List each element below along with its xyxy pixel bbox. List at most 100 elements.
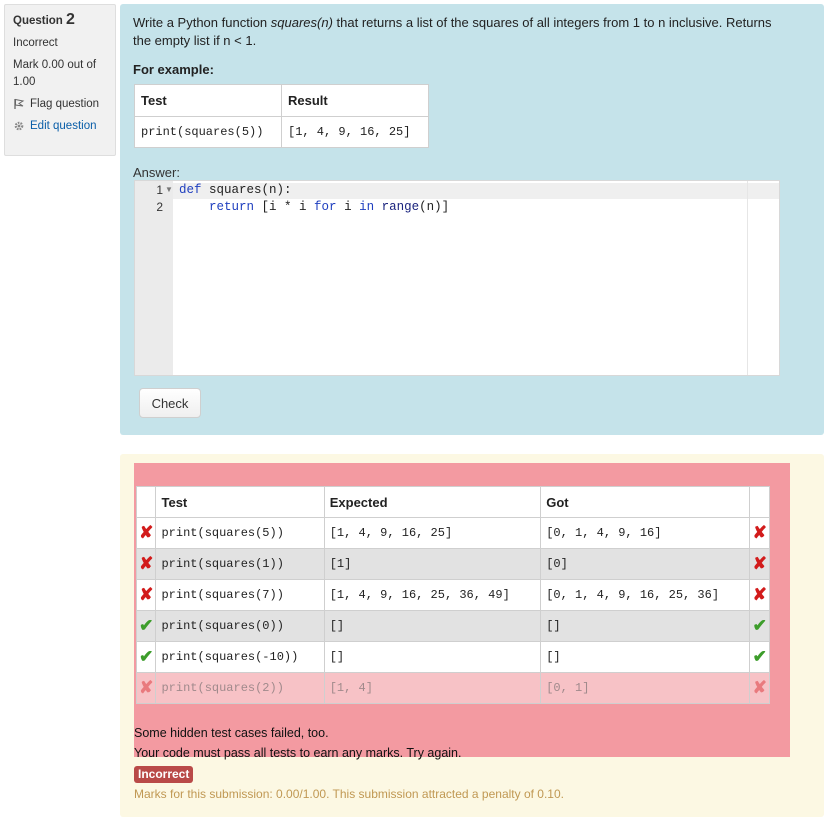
hidden-failed-text: Some hidden test cases failed, too. (134, 726, 329, 740)
hidden-tests-message: Some hidden test cases failed, too. Your… (134, 723, 461, 763)
test-cell: print(squares(-10)) (155, 641, 325, 673)
row-status-cross-icon: ✘ (135, 672, 157, 704)
got-cell: [0, 1, 4, 9, 16] (540, 517, 751, 549)
code-text: squares(n): (201, 183, 292, 197)
line-number: 1 (156, 183, 163, 197)
table-row: ✘ print(squares(2)) [1, 4] [0, 1] ✘ (135, 672, 770, 704)
code-line-1[interactable]: def squares(n): (179, 183, 292, 197)
check-icon: ✔ (752, 616, 767, 635)
question-label: Question (13, 15, 63, 27)
expected-cell: [] (323, 641, 542, 673)
row-result-cross-icon: ✘ (749, 517, 770, 549)
code-text: i (336, 200, 360, 214)
code-text: (n)] (419, 200, 450, 214)
question-status: Incorrect (13, 37, 58, 49)
editor-print-margin (747, 181, 748, 375)
cross-icon: ✘ (139, 678, 154, 697)
example-result-cell: [1, 4, 9, 16, 25] (281, 116, 429, 148)
got-cell: [0, 1, 4, 9, 16, 25, 36] (540, 579, 751, 611)
check-button[interactable]: Check (139, 388, 201, 418)
got-cell: [] (540, 641, 751, 673)
check-icon: ✔ (752, 647, 767, 666)
question-number: Question 2 (13, 11, 115, 29)
function-name: squares(n) (270, 15, 333, 30)
table-row: ✔ print(squares(-10))[][] ✔ (135, 641, 770, 673)
row-result-check-icon: ✔ (749, 610, 770, 642)
test-cell: print(squares(2)) (155, 672, 325, 704)
test-cell: print(squares(7)) (155, 579, 325, 611)
status-badge: Incorrect (134, 766, 194, 783)
expected-cell: [] (323, 610, 542, 642)
got-cell: [] (540, 610, 751, 642)
edit-question-label: Edit question (30, 120, 97, 132)
expected-cell: [1, 4] (323, 672, 542, 704)
cross-icon: ✘ (752, 554, 767, 573)
table-row: ✔ print(squares(0))[][] ✔ (135, 610, 770, 642)
check-icon: ✔ (139, 616, 154, 635)
test-cell: print(squares(0)) (155, 610, 325, 642)
code-keyword: in (359, 200, 375, 214)
code-function: range (374, 200, 420, 214)
row-result-cross-icon: ✘ (749, 672, 770, 704)
got-cell: [0, 1] (540, 672, 751, 704)
example-heading: For example: (133, 62, 214, 77)
question-number-value: 2 (66, 11, 75, 28)
question-info-panel: Question 2 Incorrect Mark 0.00 out of 1.… (4, 4, 116, 156)
expected-column-header: Expected (323, 486, 542, 518)
table-row: ✘ print(squares(7)) [1, 4, 9, 16, 25, 36, … (135, 579, 770, 611)
expected-cell: [1, 4, 9, 16, 25] (323, 517, 542, 549)
flag-question-link[interactable]: Flag question (13, 98, 115, 110)
code-keyword: for (314, 200, 337, 214)
flag-question-label: Flag question (30, 98, 100, 110)
code-keyword: def (179, 183, 202, 197)
example-header-result: Result (281, 84, 429, 117)
question-text: Write a Python function squares(n) that … (133, 14, 793, 50)
cross-icon: ✘ (139, 585, 154, 604)
row-status-check-icon: ✔ (135, 641, 157, 673)
test-results-table: Test Expected Got ✘ print(squares(5)) [1, … (135, 486, 770, 704)
test-cell: print(squares(1)) (155, 548, 325, 580)
got-cell: [0] (540, 548, 751, 580)
test-results-box: Test Expected Got ✘ print(squares(5)) [1, … (134, 463, 790, 760)
row-result-check-icon: ✔ (749, 641, 770, 673)
flag-icon (13, 98, 25, 110)
test-column-header: Test (155, 486, 325, 518)
table-row: ✘ print(squares(1)) [1] [0] ✘ (135, 548, 770, 580)
got-column-header: Got (540, 486, 751, 518)
row-status-cross-icon: ✘ (135, 548, 157, 580)
fold-arrow-icon[interactable]: ▼ (165, 185, 173, 194)
edit-question-link[interactable]: Edit question (13, 120, 115, 132)
gear-icon (13, 120, 25, 132)
feedback-box: Test Expected Got ✘ print(squares(5)) [1, … (120, 454, 824, 817)
test-cell: print(squares(5)) (155, 517, 325, 549)
row-status-cross-icon: ✘ (135, 517, 157, 549)
row-status-cross-icon: ✘ (135, 579, 157, 611)
answer-label: Answer: (133, 165, 180, 180)
expected-cell: [1, 4, 9, 16, 25, 36, 49] (323, 579, 542, 611)
cross-icon: ✘ (139, 523, 154, 542)
line-number: 2 (156, 200, 163, 214)
example-header-test: Test (134, 84, 282, 117)
code-editor[interactable]: 1 ▼ def squares(n): 2 return [i * i for … (134, 180, 780, 376)
question-text-start: Write a Python function (133, 15, 271, 30)
example-test-cell: print(squares(5)) (134, 116, 282, 148)
result-column-header (749, 486, 770, 518)
cross-icon: ✘ (752, 585, 767, 604)
row-result-cross-icon: ✘ (749, 548, 770, 580)
example-table: Test Result print(squares(5)) [1, 4, 9, … (134, 84, 429, 148)
marks-note: Marks for this submission: 0.00/1.00. Th… (134, 787, 564, 801)
code-line-2[interactable]: return [i * i for i in range(n)] (179, 200, 449, 214)
cross-icon: ✘ (752, 678, 767, 697)
code-keyword: return (209, 200, 255, 214)
expected-cell: [1] (323, 548, 542, 580)
code-text: [i * i (254, 200, 315, 214)
pass-all-text: Your code must pass all tests to earn an… (134, 746, 462, 760)
check-icon: ✔ (139, 647, 154, 666)
question-box: Write a Python function squares(n) that … (120, 4, 824, 435)
table-row: ✘ print(squares(5)) [1, 4, 9, 16, 25] [0, 1… (135, 517, 770, 549)
cross-icon: ✘ (752, 523, 767, 542)
question-mark: Mark 0.00 out of 1.00 (13, 59, 97, 88)
row-status-check-icon: ✔ (135, 610, 157, 642)
status-column-header (135, 486, 157, 518)
